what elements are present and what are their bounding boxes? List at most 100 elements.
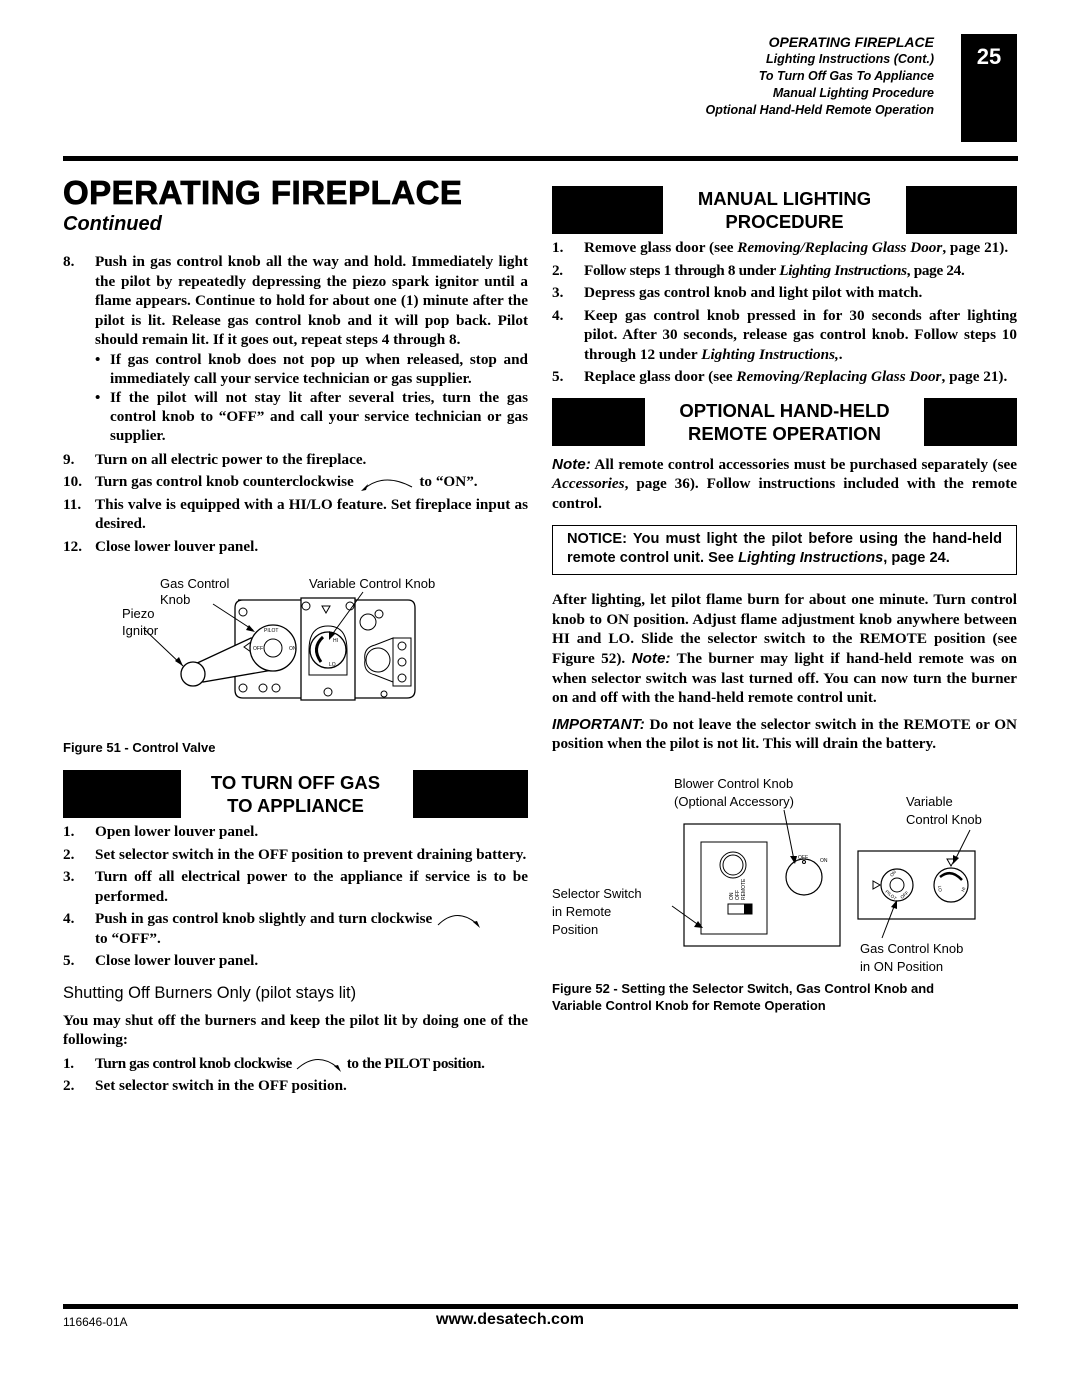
step-text: Turn gas control knob clockwise bbox=[95, 1054, 292, 1072]
lighting-step: 10. Turn gas control knob counterclockwi… bbox=[63, 472, 528, 492]
step-number: 2. bbox=[63, 845, 75, 863]
cross-reference: Removing/Replacing Glass Door bbox=[737, 239, 943, 256]
label-variable-control-knob: Control Knob bbox=[906, 812, 982, 827]
caption-line: Variable Control Knob for Remote Operati… bbox=[552, 998, 826, 1014]
manual-step: 2. Follow steps 1 through 8 under Lightin… bbox=[552, 261, 1017, 281]
label-blower-control-knob: (Optional Accessory) bbox=[674, 794, 794, 809]
step-number: 12. bbox=[63, 537, 82, 555]
heading-line: TO APPLIANCE bbox=[227, 795, 364, 817]
step-text: Set selector switch in the OFF position … bbox=[95, 845, 527, 863]
step-text: Replace glass door (see bbox=[584, 368, 737, 385]
clockwise-arrow-icon bbox=[296, 1059, 342, 1073]
note-label: Note: bbox=[631, 650, 671, 668]
left-column: 8. Push in gas control knob all the way … bbox=[63, 252, 528, 1099]
step-number: 5. bbox=[63, 952, 75, 970]
bullet-text: If the pilot will not stay lit after sev… bbox=[110, 388, 528, 444]
step-text: to “OFF”. bbox=[95, 929, 161, 947]
header-rule bbox=[63, 156, 1018, 161]
turn-off-step: 1. Open lower louver panel. bbox=[63, 822, 528, 842]
step-text: Turn gas control knob counterclockwise bbox=[95, 473, 354, 490]
step-number: 4. bbox=[63, 910, 75, 928]
turn-off-step: 5. Close lower louver panel. bbox=[63, 951, 528, 971]
footer-rule bbox=[63, 1304, 1018, 1309]
shutting-off-step: 1. Turn gas control knob clockwise to the… bbox=[63, 1054, 528, 1074]
manual-step: 1. Remove glass door (see Removing/Replac… bbox=[552, 238, 1017, 258]
section-heading-turn-off-gas: TO TURN OFF GAS TO APPLIANCE bbox=[63, 770, 528, 819]
knob-mark-off: OFF bbox=[253, 646, 263, 652]
label-gas-control-knob: Knob bbox=[160, 592, 190, 607]
document-number: 116646-01A bbox=[63, 1315, 128, 1329]
step-number: 8. bbox=[63, 253, 75, 270]
step-text: Push in gas control knob all the way and… bbox=[95, 253, 528, 348]
step-number: 10. bbox=[63, 473, 82, 490]
step-bullet: • If the pilot will not stay lit after s… bbox=[63, 388, 528, 445]
knob-mark-on: ON bbox=[289, 646, 297, 652]
lighting-step: 11. This valve is equipped with a HI/LO … bbox=[63, 495, 528, 534]
turn-off-gas-steps: 1. Open lower louver panel. 2. Set selecto… bbox=[63, 822, 528, 971]
running-header-topic: Lighting Instructions (Cont.) bbox=[765, 52, 934, 66]
step-text: Depress gas control knob and light pilot… bbox=[584, 284, 923, 301]
cross-reference: Lighting Instructions bbox=[738, 550, 884, 567]
label-blower-control-knob: Blower Control Knob bbox=[674, 776, 793, 791]
cross-reference: Accessories bbox=[552, 475, 625, 493]
label-gas-control-knob: Gas Control bbox=[160, 576, 229, 591]
step-text: Turn on all electric power to the firepl… bbox=[95, 450, 367, 468]
blower-control-knob[interactable] bbox=[785, 858, 823, 896]
piezo-ignitor-button bbox=[180, 661, 206, 687]
cross-reference: Lighting Instructions bbox=[779, 261, 907, 279]
step-text: Close lower louver panel. bbox=[95, 952, 259, 970]
knob-mark-pilot: PILOT bbox=[264, 628, 278, 634]
heading-line: TO TURN OFF GAS bbox=[210, 772, 381, 794]
step-text: to the PILOT position. bbox=[346, 1054, 485, 1072]
figure-51-control-valve: Gas Control Knob Variable Control Knob P… bbox=[122, 576, 435, 701]
important-warning: IMPORTANT: Do not leave the selector swi… bbox=[552, 715, 1017, 754]
cross-reference: Removing/Replacing Glass Door bbox=[736, 368, 942, 385]
turn-off-step: 2. Set selector switch in the OFF positio… bbox=[63, 845, 528, 865]
selector-switch-panel bbox=[700, 841, 768, 935]
remote-note: Note: All remote control accessories mus… bbox=[552, 455, 1017, 514]
note-text: All remote control accessories must be p… bbox=[590, 455, 1017, 473]
shutting-off-intro: You may shut off the burners and keep th… bbox=[63, 1011, 528, 1049]
step-number: 4. bbox=[552, 306, 564, 324]
clockwise-arrow-icon bbox=[437, 914, 481, 928]
step-number: 3. bbox=[63, 868, 75, 886]
step-text: Follow steps 1 through 8 under bbox=[584, 261, 780, 279]
turn-off-step: 4. Push in gas control knob slightly and … bbox=[63, 909, 528, 948]
manual-step: 3. Depress gas control knob and light pil… bbox=[552, 283, 1017, 303]
running-header-topic: Optional Hand-Held Remote Operation bbox=[705, 103, 935, 117]
figure-52-remote-setup: Blower Control Knob (Optional Accessory)… bbox=[552, 776, 982, 974]
label-gas-control-knob: in ON Position bbox=[860, 959, 943, 974]
page-number-tab: 25 bbox=[961, 34, 1017, 142]
manual-step: 4. Keep gas control knob pressed in for 3… bbox=[552, 306, 1017, 365]
heading-line: MANUAL LIGHTING bbox=[697, 188, 872, 209]
step-text: Open lower louver panel. bbox=[95, 823, 259, 841]
blower-mark-off: OFF bbox=[798, 855, 808, 861]
cross-reference: Lighting Instructions, bbox=[701, 345, 839, 363]
right-column: MANUAL LIGHTING PROCEDURE 1. Remove glass… bbox=[552, 186, 1017, 1014]
section-heading-remote-operation: OPTIONAL HAND-HELD REMOTE OPERATION bbox=[552, 397, 1017, 446]
figure-51-caption: Figure 51 - Control Valve bbox=[63, 740, 216, 756]
running-header-topic: Manual Lighting Procedure bbox=[772, 86, 934, 100]
manual-lighting-steps: 1. Remove glass door (see Removing/Replac… bbox=[552, 238, 1017, 387]
manual-step: 5. Replace glass door (see Removing/Repla… bbox=[552, 367, 1017, 387]
shutting-off-step: 2. Set selector switch in the OFF positio… bbox=[63, 1076, 528, 1096]
step-number: 1. bbox=[63, 823, 75, 841]
step-text: This valve is equipped with a HI/LO feat… bbox=[95, 495, 528, 533]
selector-switch-slider bbox=[744, 904, 752, 915]
running-header-topic: To Turn Off Gas To Appliance bbox=[758, 69, 934, 83]
label-gas-control-knob: Gas Control Knob bbox=[860, 941, 963, 956]
label-selector-switch: in Remote bbox=[552, 904, 611, 919]
step-text: Push in gas control knob slightly and tu… bbox=[95, 910, 433, 928]
step-text: to “ON”. bbox=[419, 473, 478, 490]
step-text: , page 21). bbox=[941, 368, 1008, 385]
step-text: Close lower louver panel. bbox=[95, 537, 259, 555]
knob-mark-lo: LO bbox=[329, 662, 336, 668]
step-bullet: • If gas control knob does not pop up wh… bbox=[63, 350, 528, 388]
website-link[interactable]: www.desatech.com bbox=[260, 1311, 760, 1329]
bullet-text: If gas control knob does not pop up when… bbox=[110, 350, 528, 387]
label-piezo-ignitor: Ignitor bbox=[122, 623, 159, 638]
step-number: 1. bbox=[552, 239, 564, 256]
step-text: Turn off all electrical power to the app… bbox=[95, 868, 528, 905]
lighting-step: 8. Push in gas control knob all the way … bbox=[63, 252, 528, 350]
step-number: 3. bbox=[552, 284, 564, 301]
